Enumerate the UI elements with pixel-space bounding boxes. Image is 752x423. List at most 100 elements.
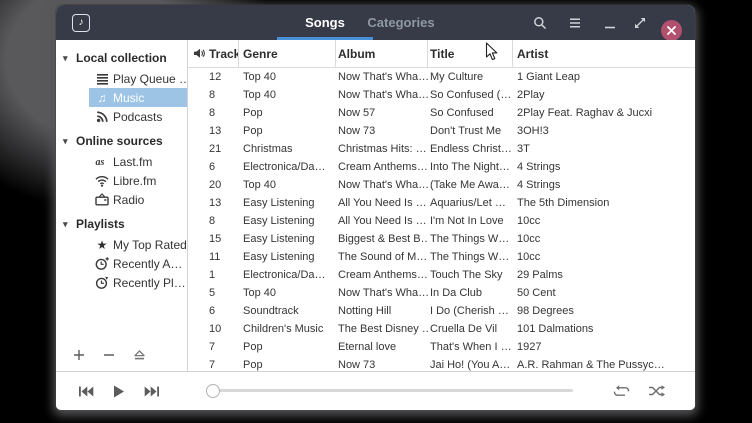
next-icon[interactable] — [137, 372, 167, 410]
music-note-icon: ♫ — [95, 91, 109, 105]
column-header-title[interactable]: Title — [428, 40, 513, 67]
cell-track: 13 — [188, 194, 239, 212]
table-row[interactable]: 8Top 40Now That's Wha…So Confused (…2Pla… — [188, 86, 695, 104]
sidebar-section-local-collection[interactable]: ▾Local collection — [56, 47, 187, 69]
cell-title: Into The Night… — [428, 158, 513, 176]
cell-genre: Electronica/Da… — [239, 266, 336, 284]
cell-genre: Easy Listening — [239, 248, 336, 266]
cell-album: Now 73 — [336, 356, 428, 372]
sidebar-item-recently-pl[interactable]: Recently Pl… — [89, 273, 187, 292]
column-header-genre[interactable]: Genre — [239, 40, 336, 67]
app-icon: ♪ — [72, 14, 90, 32]
eject-button[interactable] — [128, 346, 150, 366]
cell-title: Endless Christ… — [428, 140, 513, 158]
table-row[interactable]: 11Easy ListeningThe Sound of M…The Thing… — [188, 248, 695, 266]
sidebar-item-podcasts[interactable]: Podcasts — [89, 107, 187, 126]
table-row[interactable]: 15Easy ListeningBiggest & Best B…The Thi… — [188, 230, 695, 248]
shuffle-icon[interactable] — [641, 372, 671, 410]
cell-album: Eternal love — [336, 338, 428, 356]
table-row[interactable]: 5Top 40Now That's Wha…In Da Club50 Cent — [188, 284, 695, 302]
table-row[interactable]: 8PopNow 57So Confused2Play Feat. Raghav … — [188, 104, 695, 122]
restore-icon[interactable] — [627, 5, 653, 40]
cell-genre: Easy Listening — [239, 212, 336, 230]
clock-icon — [95, 276, 109, 290]
player-bar — [56, 371, 695, 410]
minimize-icon[interactable] — [597, 5, 623, 40]
cell-title: Cruella De Vil — [428, 320, 513, 338]
cell-artist: 1927 — [513, 338, 695, 356]
previous-icon[interactable] — [71, 372, 101, 410]
column-header-artist[interactable]: Artist — [513, 40, 695, 67]
table-row[interactable]: 21ChristmasChristmas Hits: …Endless Chri… — [188, 140, 695, 158]
cell-track: 8 — [188, 86, 239, 104]
sidebar-item-last-fm[interactable]: asLast.fm — [89, 152, 187, 171]
seek-track[interactable] — [209, 389, 573, 392]
sidebar-item-label: Music — [113, 91, 144, 105]
seek-handle[interactable] — [206, 384, 220, 398]
table-row[interactable]: 6SoundtrackNotting HillI Do (Cherish …98… — [188, 302, 695, 320]
section-label: Playlists — [76, 217, 125, 231]
cell-genre: Children's Music — [239, 320, 336, 338]
repeat-icon[interactable] — [606, 372, 636, 410]
cell-track: 8 — [188, 104, 239, 122]
sidebar-item-label: Recently A… — [113, 257, 182, 271]
table-row[interactable]: 7PopNow 73Jai Ho! (You A…A.R. Rahman & T… — [188, 356, 695, 372]
table-row[interactable]: 13PopNow 73Don't Trust Me3OH!3 — [188, 122, 695, 140]
sidebar-section-online-sources[interactable]: ▾Online sources — [56, 130, 187, 152]
cell-genre: Soundtrack — [239, 302, 336, 320]
sidebar-item-radio[interactable]: Radio — [89, 190, 187, 209]
cell-album: Now That's Wha… — [336, 68, 428, 86]
sidebar-section-playlists[interactable]: ▾ Playlists — [56, 213, 187, 235]
table-row[interactable]: 6Electronica/Da…Cream Anthems…Into The N… — [188, 158, 695, 176]
table-row[interactable]: 1Electronica/Da…Cream Anthems…Touch The … — [188, 266, 695, 284]
titlebar[interactable]: ♪ Songs Categories — [56, 5, 695, 40]
cell-title: I'm Not In Love — [428, 212, 513, 230]
desktop-background: ♪ Songs Categories — [0, 0, 752, 423]
table-row[interactable]: 13Easy ListeningAll You Need Is …Aquariu… — [188, 194, 695, 212]
tab-songs-label: Songs — [305, 15, 345, 30]
cell-genre: Easy Listening — [239, 194, 336, 212]
table-row[interactable]: 7PopEternal loveThat's When I …1927 — [188, 338, 695, 356]
sidebar-item-play-queue[interactable]: Play Queue … — [89, 69, 187, 88]
sidebar-item-my-top-rated[interactable]: ★My Top Rated — [89, 235, 187, 254]
column-header-album[interactable]: Album — [336, 40, 428, 67]
tab-categories[interactable]: Categories — [346, 5, 456, 40]
mouse-cursor — [485, 42, 499, 67]
cell-album: All You Need Is … — [336, 212, 428, 230]
add-button[interactable] — [68, 346, 90, 366]
add-icon — [73, 348, 85, 364]
table-header-row: Track Genre Album Title Artist — [188, 40, 695, 68]
cell-title: (Take Me Awa… — [428, 176, 513, 194]
table-row[interactable]: 12Top 40Now That's Wha…My Culture1 Giant… — [188, 68, 695, 86]
remove-button[interactable] — [98, 346, 120, 366]
table-row[interactable]: 10Children's MusicThe Best Disney …Cruel… — [188, 320, 695, 338]
column-header-label: Track — [209, 47, 239, 61]
play-icon[interactable] — [104, 372, 134, 410]
table-row[interactable]: 20Top 40Now That's Wha…(Take Me Awa…4 St… — [188, 176, 695, 194]
cell-artist: 10cc — [513, 248, 695, 266]
close-icon[interactable] — [661, 20, 682, 41]
menu-icon[interactable] — [562, 5, 588, 40]
cell-title: Aquarius/Let … — [428, 194, 513, 212]
cell-artist: 101 Dalmations — [513, 320, 695, 338]
sidebar-action-bar — [68, 346, 150, 366]
cell-genre: Top 40 — [239, 68, 336, 86]
table-row[interactable]: 8Easy ListeningAll You Need Is …I'm Not … — [188, 212, 695, 230]
cell-album: The Sound of M… — [336, 248, 428, 266]
cell-artist: 1 Giant Leap — [513, 68, 695, 86]
cell-album: Now That's Wha… — [336, 176, 428, 194]
sidebar-item-recently-a[interactable]: Recently A… — [89, 254, 187, 273]
sidebar-item-libre-fm[interactable]: Libre.fm — [89, 171, 187, 190]
cell-track: 10 — [188, 320, 239, 338]
search-icon[interactable] — [527, 5, 553, 40]
cell-track: 20 — [188, 176, 239, 194]
expander-icon: ▾ — [63, 213, 71, 235]
cell-title: So Confused — [428, 104, 513, 122]
cell-track: 15 — [188, 230, 239, 248]
cell-artist: 4 Strings — [513, 158, 695, 176]
radio-icon — [95, 193, 109, 207]
seek-slider[interactable] — [209, 389, 573, 393]
cell-album: Now 57 — [336, 104, 428, 122]
column-header-track[interactable]: Track — [188, 40, 239, 67]
sidebar-item-music[interactable]: ♫ Music — [89, 88, 187, 107]
